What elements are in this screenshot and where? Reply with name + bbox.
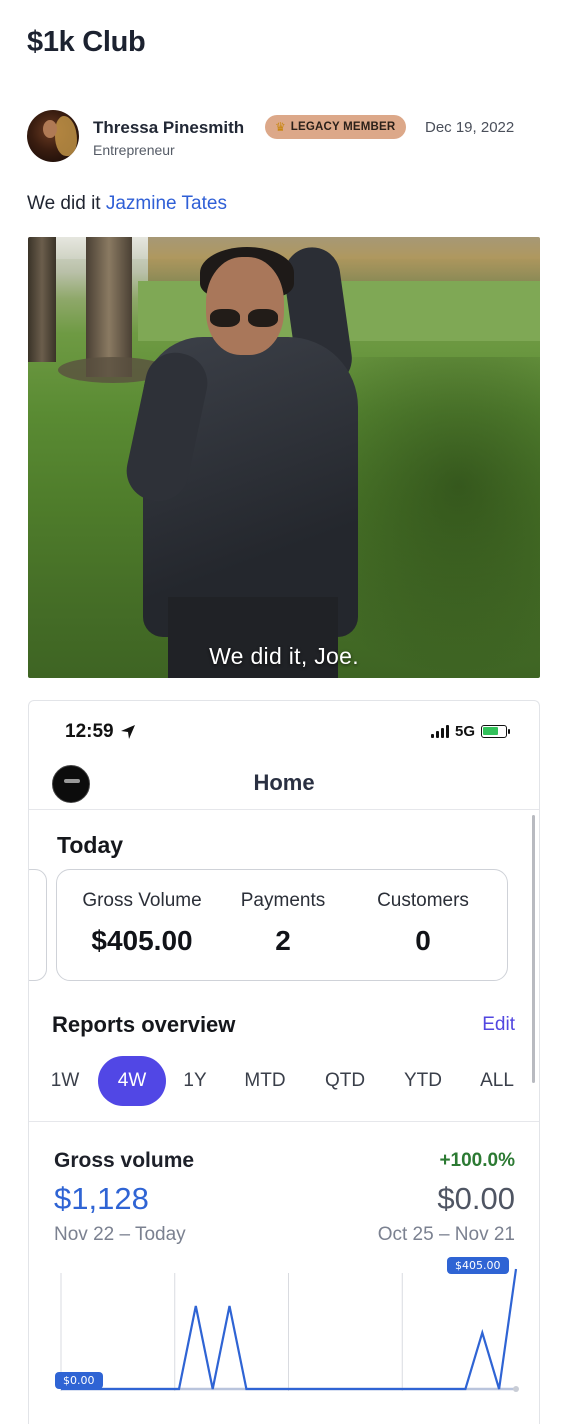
chart-end-point — [513, 1386, 519, 1392]
author-name[interactable]: Thressa Pinesmith — [93, 118, 244, 138]
previous-card-peek[interactable] — [29, 869, 47, 981]
gross-volume-current: $1,128 — [54, 1181, 149, 1216]
battery-icon — [481, 725, 510, 738]
post-text-prefix: We did it — [27, 193, 101, 214]
post-header: Thressa Pinesmith Entrepreneur ♛ LEGACY … — [27, 110, 547, 164]
page-title: $1k Club — [27, 26, 146, 58]
metric-value: 0 — [415, 925, 431, 956]
tab-qtd[interactable]: QTD — [317, 1056, 373, 1106]
tab-all[interactable]: ALL — [475, 1056, 519, 1106]
metric-value: $405.00 — [91, 925, 193, 956]
location-arrow-icon — [120, 725, 135, 739]
previous-range: Oct 25 – Nov 21 — [377, 1224, 515, 1245]
avatar[interactable] — [27, 110, 79, 162]
today-metrics-card[interactable]: Gross Volume $405.00 Payments 2 Customer… — [56, 869, 508, 981]
metric-value: 2 — [275, 925, 291, 956]
chart-max-label: $405.00 — [447, 1257, 509, 1274]
legacy-member-badge: ♛ LEGACY MEMBER — [265, 115, 407, 139]
status-time: 12:59 — [65, 721, 136, 743]
badge-label: LEGACY MEMBER — [290, 121, 396, 133]
tab-ytd[interactable]: YTD — [397, 1056, 449, 1106]
metric-label: Gross Volume — [82, 890, 202, 911]
post-text: We did it Jazmine Tates — [27, 193, 227, 215]
chart-min-label: $0.00 — [55, 1372, 103, 1389]
divider — [29, 809, 539, 810]
today-heading: Today — [57, 832, 124, 858]
gross-volume-chart[interactable]: $405.00 $0.00 — [51, 1251, 521, 1424]
crown-icon: ♛ — [275, 120, 286, 134]
metric-label: Customers — [377, 890, 469, 911]
reports-overview-heading: Reports overview — [52, 1012, 236, 1037]
gif-caption: We did it, Joe. — [209, 643, 359, 669]
network-label: 5G — [454, 723, 475, 740]
tab-4w[interactable]: 4W — [98, 1056, 166, 1106]
mention-link[interactable]: Jazmine Tates — [106, 193, 227, 214]
gross-volume-change: +100.0% — [439, 1150, 515, 1171]
post-date: Dec 19, 2022 — [425, 119, 515, 136]
divider — [29, 1121, 539, 1122]
metric-customers: Customers 0 — [367, 890, 479, 957]
tab-1w[interactable]: 1W — [43, 1056, 87, 1106]
nav-title: Home — [253, 770, 315, 795]
tab-mtd[interactable]: MTD — [235, 1056, 295, 1106]
edit-button[interactable]: Edit — [482, 1014, 515, 1036]
status-time-text: 12:59 — [65, 721, 114, 742]
chart-svg — [60, 1268, 519, 1392]
gross-volume-previous: $0.00 — [437, 1181, 515, 1216]
scrollbar[interactable] — [532, 815, 535, 1083]
period-tabs: 1W 4W 1Y MTD QTD YTD ALL — [29, 1056, 539, 1108]
gross-volume-title: Gross volume — [54, 1149, 195, 1172]
metric-label: Payments — [240, 890, 326, 911]
author-role: Entrepreneur — [93, 142, 175, 158]
tab-1y[interactable]: 1Y — [175, 1056, 215, 1106]
phone-screenshot: 12:59 5G Home Today Gross Volume $405.00… — [28, 700, 540, 1424]
metric-payments: Payments 2 — [229, 890, 337, 957]
signal-icon — [430, 725, 449, 738]
current-range: Nov 22 – Today — [54, 1224, 186, 1245]
status-indicators: 5G — [430, 723, 510, 740]
metric-gross-volume: Gross Volume $405.00 — [77, 890, 207, 957]
post-gif[interactable]: We did it, Joe. — [28, 237, 540, 678]
